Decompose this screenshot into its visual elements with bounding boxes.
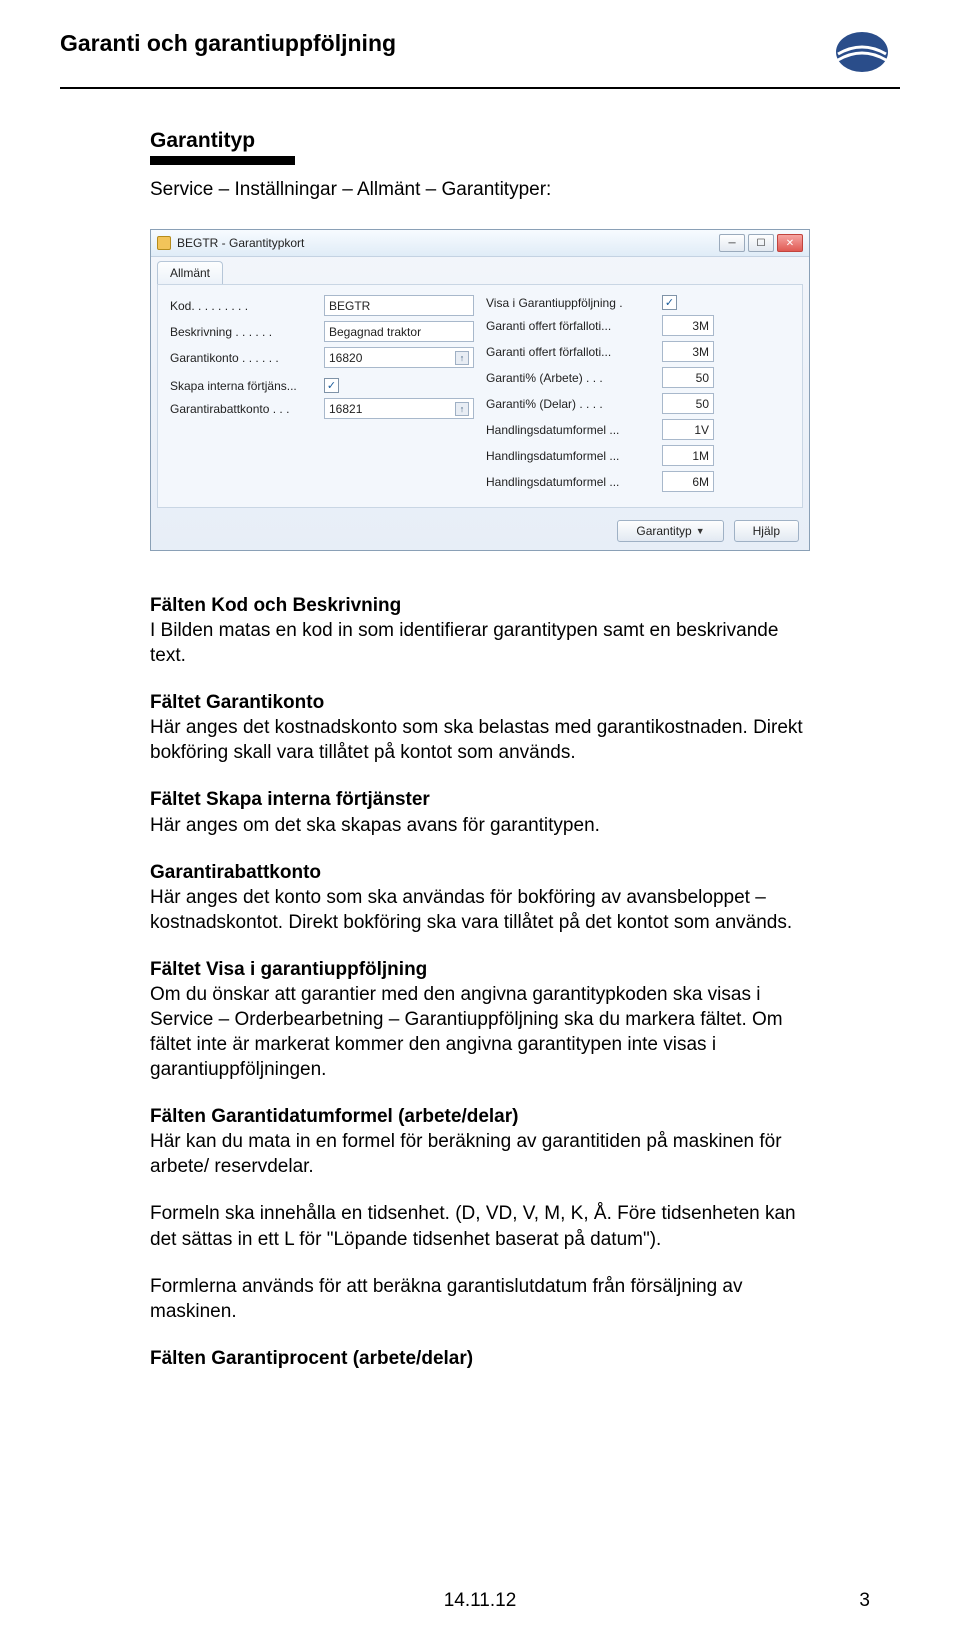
label-beskrivning: Beskrivning . . . . . .: [170, 325, 318, 339]
text-visa-garantiuppfoljning: Om du önskar att garantier med den angiv…: [150, 984, 783, 1080]
section-underline: [150, 156, 295, 165]
text-skapa-interna: Här anges om det ska skapas avans för ga…: [150, 815, 600, 836]
input-hdf2[interactable]: 1M: [662, 445, 714, 466]
text-formler: Formlerna används för att beräkna garant…: [150, 1276, 742, 1322]
text-kod-beskrivning: I Bilden matas en kod in som identifiera…: [150, 620, 778, 666]
window-icon: [157, 236, 171, 250]
minimize-button[interactable]: ─: [719, 234, 745, 252]
footer-page-number: 3: [859, 1590, 870, 1612]
input-garanti-arbete[interactable]: 50: [662, 367, 714, 388]
label-skapa-interna: Skapa interna förtjäns...: [170, 379, 318, 393]
doc-block-visa-garantiuppfoljning: Fältet Visa i garantiuppföljning Om du ö…: [150, 957, 810, 1082]
garantityp-button[interactable]: Garantityp ▼: [617, 520, 723, 542]
heading-garantiprocent: Fälten Garantiprocent (arbete/delar): [150, 1346, 810, 1371]
input-hdf3[interactable]: 6M: [662, 471, 714, 492]
page-title: Garanti och garantiuppföljning: [60, 30, 396, 57]
checkbox-visa-garantiuppfoljning[interactable]: ✓: [662, 295, 677, 310]
value-rabattkonto: 16821: [329, 402, 362, 416]
input-beskrivning[interactable]: Begagnad traktor: [324, 321, 474, 342]
label-rabattkonto: Garantirabattkonto . . .: [170, 402, 318, 416]
input-hdf1[interactable]: 1V: [662, 419, 714, 440]
text-garantirabattkonto: Här anges det konto som ska användas för…: [150, 887, 792, 933]
heading-visa-garantiuppfoljning: Fältet Visa i garantiuppföljning: [150, 957, 810, 982]
label-offert2: Garanti offert förfalloti...: [486, 345, 656, 359]
close-button[interactable]: ✕: [777, 234, 803, 252]
input-garanti-delar[interactable]: 50: [662, 393, 714, 414]
text-garantikonto: Här anges det kostnadskonto som ska bela…: [150, 717, 803, 763]
value-garantikonto: 16820: [329, 351, 362, 365]
checkbox-skapa-interna[interactable]: ✓: [324, 378, 339, 393]
breadcrumb: Service – Inställningar – Allmänt – Gara…: [150, 179, 810, 201]
input-kod[interactable]: BEGTR: [324, 295, 474, 316]
lookup-icon[interactable]: ↑: [455, 351, 469, 365]
input-rabattkonto[interactable]: 16821 ↑: [324, 398, 474, 419]
window-title: BEGTR - Garantitypkort: [177, 236, 304, 250]
tab-allmant[interactable]: Allmänt: [157, 261, 223, 284]
text-tidsenhet: Formeln ska innehålla en tidsenhet. (D, …: [150, 1203, 796, 1249]
garantitypkort-window: BEGTR - Garantitypkort ─ ☐ ✕ Allmänt Kod…: [150, 229, 810, 551]
company-logo: [834, 30, 890, 79]
lookup-icon[interactable]: ↑: [455, 402, 469, 416]
value-kod: BEGTR: [329, 299, 370, 313]
chevron-down-icon: ▼: [696, 526, 705, 536]
input-garantikonto[interactable]: 16820 ↑: [324, 347, 474, 368]
label-kod: Kod. . . . . . . . .: [170, 299, 318, 313]
garantityp-button-label: Garantityp: [636, 524, 691, 538]
maximize-button[interactable]: ☐: [748, 234, 774, 252]
label-garantikonto: Garantikonto . . . . . .: [170, 351, 318, 365]
doc-block-garantidatumformel: Fälten Garantidatumformel (arbete/delar)…: [150, 1104, 810, 1179]
value-beskrivning: Begagnad traktor: [329, 325, 421, 339]
input-offert2[interactable]: 3M: [662, 341, 714, 362]
heading-garantidatumformel: Fälten Garantidatumformel (arbete/delar): [150, 1104, 810, 1129]
doc-block-garantiprocent: Fälten Garantiprocent (arbete/delar): [150, 1346, 810, 1371]
heading-kod-beskrivning: Fälten Kod och Beskrivning: [150, 593, 810, 618]
hjalp-button-label: Hjälp: [753, 524, 780, 538]
heading-garantirabattkonto: Garantirabattkonto: [150, 860, 810, 885]
footer-date: 14.11.12: [444, 1590, 517, 1612]
input-offert1[interactable]: 3M: [662, 315, 714, 336]
label-hdf3: Handlingsdatumformel ...: [486, 475, 656, 489]
text-garantidatumformel: Här kan du mata in en formel för beräkni…: [150, 1131, 782, 1177]
doc-block-formler: Formlerna används för att beräkna garant…: [150, 1274, 810, 1324]
label-visa-garantiuppfoljning: Visa i Garantiuppföljning .: [486, 296, 656, 310]
doc-block-kod-beskrivning: Fälten Kod och Beskrivning I Bilden mata…: [150, 593, 810, 668]
label-garanti-arbete: Garanti% (Arbete) . . .: [486, 371, 656, 385]
header-divider: [60, 87, 900, 89]
hjalp-button[interactable]: Hjälp: [734, 520, 799, 542]
doc-block-garantirabattkonto: Garantirabattkonto Här anges det konto s…: [150, 860, 810, 935]
label-hdf2: Handlingsdatumformel ...: [486, 449, 656, 463]
heading-garantikonto: Fältet Garantikonto: [150, 690, 810, 715]
doc-block-tidsenhet: Formeln ska innehålla en tidsenhet. (D, …: [150, 1201, 810, 1251]
doc-block-garantikonto: Fältet Garantikonto Här anges det kostna…: [150, 690, 810, 765]
label-hdf1: Handlingsdatumformel ...: [486, 423, 656, 437]
heading-skapa-interna: Fältet Skapa interna förtjänster: [150, 787, 810, 812]
section-heading: Garantityp: [150, 129, 810, 153]
doc-block-skapa-interna: Fältet Skapa interna förtjänster Här ang…: [150, 787, 810, 837]
label-garanti-delar: Garanti% (Delar) . . . .: [486, 397, 656, 411]
label-offert1: Garanti offert förfalloti...: [486, 319, 656, 333]
